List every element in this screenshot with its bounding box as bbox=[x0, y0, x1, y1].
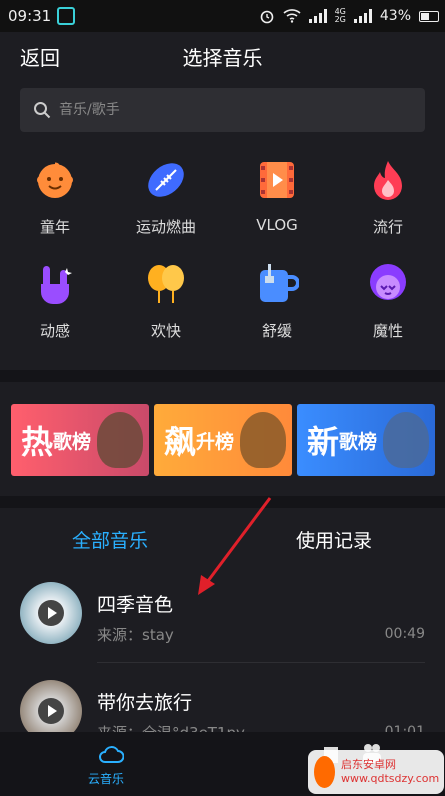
section-divider bbox=[0, 370, 445, 382]
battery-percent: 43% bbox=[379, 8, 411, 24]
category-soothing[interactable]: 舒缓 bbox=[222, 262, 332, 341]
mug-icon bbox=[260, 264, 300, 302]
signal-icon bbox=[308, 9, 327, 23]
singer-photo bbox=[97, 412, 143, 468]
section-divider bbox=[0, 496, 445, 508]
scan-icon bbox=[57, 7, 76, 25]
singer-photo bbox=[383, 412, 429, 468]
bottom-nav: 云音乐 启东安卓网 www.qdtsdzy.com bbox=[0, 732, 445, 796]
signal-icon-2 bbox=[353, 9, 372, 23]
status-time: 09:31 bbox=[8, 7, 52, 25]
chart-rankings: 热 歌榜 飙 升榜 新 歌榜 bbox=[0, 392, 445, 496]
status-right: 4G 2G 43% bbox=[259, 0, 439, 32]
category-sports[interactable]: 运动燃曲 bbox=[111, 158, 221, 237]
category-cheerful[interactable]: 欢快 bbox=[111, 262, 221, 341]
hot-chart-banner[interactable]: 热 歌榜 bbox=[11, 404, 149, 476]
rock-hand-icon bbox=[41, 266, 72, 304]
category-magic[interactable]: 魔性 bbox=[333, 262, 443, 341]
afro-face-icon bbox=[370, 264, 406, 300]
rising-chart-banner[interactable]: 飙 升榜 bbox=[154, 404, 292, 476]
play-icon[interactable] bbox=[38, 600, 64, 626]
status-bar: 09:31 4G 2G 43% bbox=[0, 0, 445, 32]
header: 选择音乐 返回 bbox=[0, 32, 445, 80]
category-vlog[interactable]: VLOG bbox=[222, 158, 332, 234]
search-input[interactable] bbox=[57, 101, 401, 119]
new-chart-banner[interactable]: 新 歌榜 bbox=[297, 404, 435, 476]
football-icon bbox=[148, 163, 184, 197]
page-title: 选择音乐 bbox=[182, 46, 263, 70]
search-icon bbox=[34, 102, 51, 119]
back-button[interactable]: 返回 bbox=[20, 42, 60, 71]
row-divider bbox=[97, 662, 425, 663]
nav-cloud-music[interactable]: 云音乐 bbox=[88, 770, 124, 787]
song-cover bbox=[20, 582, 82, 644]
wifi-icon bbox=[283, 9, 301, 23]
song-row[interactable]: 四季音色 来源：stay 00:49 bbox=[0, 582, 445, 666]
music-tabs: 全部音乐 使用记录 bbox=[0, 516, 445, 566]
tab-all-music[interactable]: 全部音乐 bbox=[72, 526, 148, 553]
search-bar[interactable] bbox=[20, 88, 425, 132]
battery-icon bbox=[419, 10, 439, 22]
song-title: 带你去旅行 bbox=[97, 692, 193, 714]
category-dynamic[interactable]: 动感 bbox=[0, 262, 110, 341]
flame-icon bbox=[374, 161, 402, 200]
network-type: 4G 2G bbox=[334, 7, 346, 24]
category-pop[interactable]: 流行 bbox=[333, 158, 443, 237]
alarm-icon bbox=[260, 10, 273, 24]
song-title: 四季音色 bbox=[97, 594, 174, 616]
cloud-icon[interactable] bbox=[98, 742, 124, 766]
play-icon[interactable] bbox=[38, 698, 64, 724]
singer-photo bbox=[240, 412, 286, 468]
watermark-icon bbox=[314, 756, 336, 788]
film-icon bbox=[260, 162, 294, 198]
balloon-icon bbox=[148, 265, 184, 303]
song-duration: 00:49 bbox=[384, 626, 425, 642]
tab-history[interactable]: 使用记录 bbox=[296, 526, 372, 553]
baby-face-icon bbox=[37, 162, 73, 198]
song-source: 来源：stay bbox=[97, 626, 174, 644]
category-childhood[interactable]: 童年 bbox=[0, 158, 110, 237]
watermark-logo: 启东安卓网 www.qdtsdzy.com bbox=[308, 750, 444, 794]
